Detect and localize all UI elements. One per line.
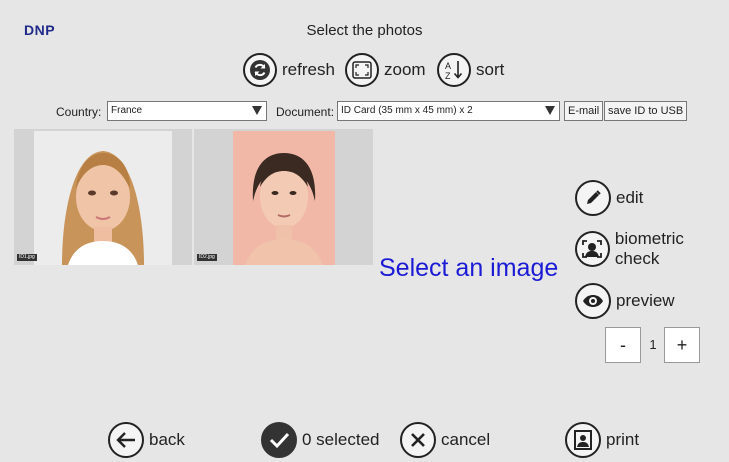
print-photo-icon (565, 422, 601, 458)
page-title: Select the photos (306, 22, 423, 39)
arrow-left-icon (108, 422, 144, 458)
edit-label: edit (616, 188, 644, 207)
pencil-icon (575, 180, 611, 216)
quantity-value: 1 (649, 337, 657, 352)
sort-az-icon: A Z (437, 53, 471, 87)
print-button[interactable]: print (565, 420, 639, 460)
biometric-check-label: biometric check (614, 229, 684, 268)
increment-button[interactable]: + (664, 327, 700, 363)
select-image-message: Select an image (379, 254, 559, 282)
checkmark-icon (261, 422, 297, 458)
biometric-check-button[interactable]: biometric check (575, 229, 729, 268)
portrait-woman-photo (233, 131, 335, 265)
email-button[interactable]: E-mail (564, 101, 604, 121)
print-label: print (606, 430, 640, 449)
svg-text:Z: Z (445, 71, 451, 81)
selected-count: 0 selected (261, 420, 380, 460)
refresh-icon (243, 53, 277, 87)
portrait-girl-photo (34, 131, 172, 265)
zoom-button[interactable]: zoom (345, 50, 426, 90)
country-select[interactable]: France (107, 101, 267, 121)
back-label: back (149, 430, 185, 449)
chevron-down-icon (252, 106, 262, 115)
filters-bar: Country: France Document: ID Card (35 mm… (0, 101, 729, 123)
zoom-icon (345, 53, 379, 87)
photo-filename: ID2.jpg (197, 254, 217, 261)
photo-filename: ID1.jpg (17, 254, 37, 261)
photo-thumbnail[interactable]: ID2.jpg (194, 129, 373, 265)
cancel-button[interactable]: cancel (400, 420, 490, 460)
save-id-to-usb-button[interactable]: save ID to USB (604, 101, 688, 121)
back-button[interactable]: back (108, 420, 185, 460)
edit-button[interactable]: edit (575, 179, 643, 217)
photo-thumbnail[interactable]: ID1.jpg (14, 129, 192, 265)
zoom-label: zoom (384, 60, 426, 79)
close-icon (400, 422, 436, 458)
sort-label: sort (476, 60, 505, 79)
document-value: ID Card (35 mm x 45 mm) x 2 (341, 105, 473, 116)
cancel-label: cancel (441, 430, 491, 449)
refresh-button[interactable]: refresh (243, 50, 335, 90)
face-scan-icon (575, 231, 610, 267)
country-value: France (111, 105, 143, 116)
quantity-stepper: - 1 + (605, 327, 701, 363)
preview-button[interactable]: preview (575, 282, 675, 320)
eye-icon (575, 283, 611, 319)
selected-count-label: 0 selected (302, 430, 380, 449)
chevron-down-icon (545, 106, 555, 115)
svg-text:A: A (445, 61, 451, 71)
preview-label: preview (616, 291, 675, 310)
refresh-label: refresh (282, 60, 335, 79)
document-select[interactable]: ID Card (35 mm x 45 mm) x 2 (337, 101, 560, 121)
sort-button[interactable]: A Z sort (437, 50, 504, 90)
document-label: Document: (276, 105, 335, 119)
country-label: Country: (56, 105, 102, 119)
decrement-button[interactable]: - (605, 327, 641, 363)
